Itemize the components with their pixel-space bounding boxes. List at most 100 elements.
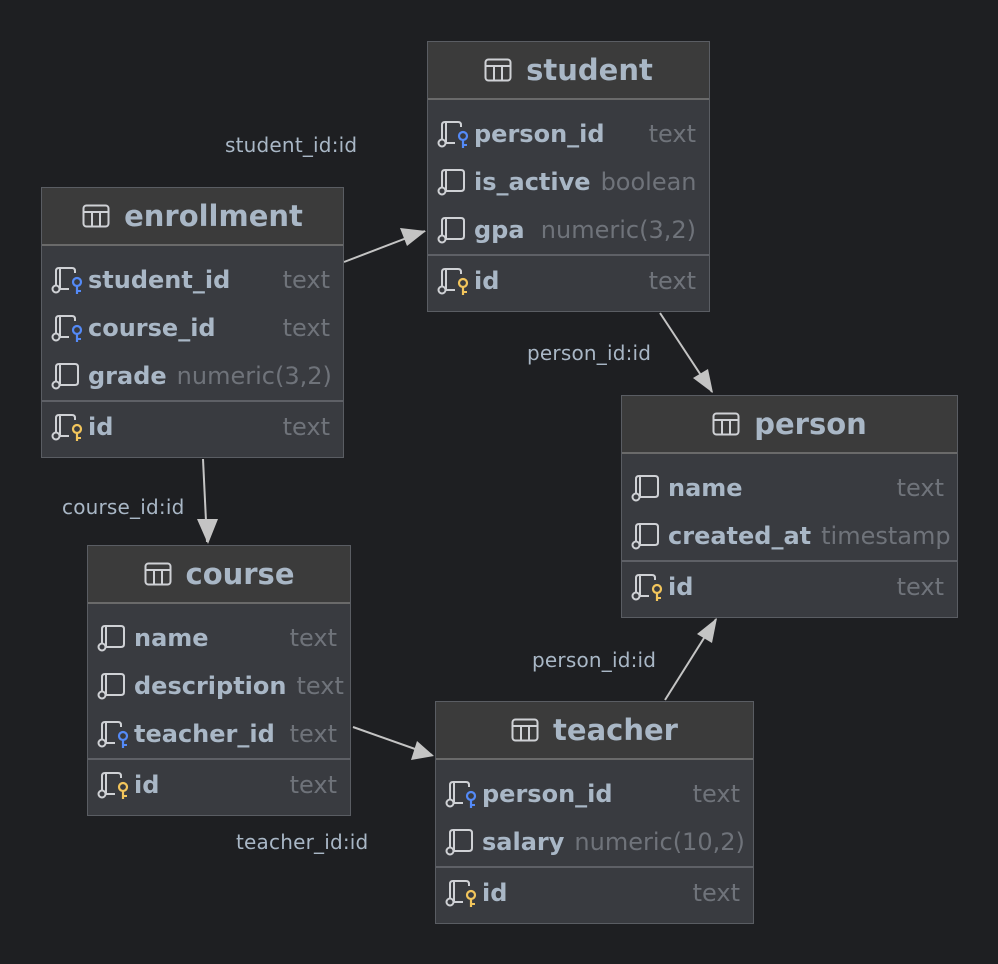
foreign-key-column-icon (96, 719, 130, 749)
foreign-key-column-icon (50, 265, 84, 295)
primary-key-row[interactable]: id text (88, 761, 350, 809)
column-list: person_id text is_active boolean gpa numeric(… (428, 100, 709, 254)
column-type: text (296, 672, 344, 700)
table-icon (144, 562, 172, 586)
relation-label-teacher-id: teacher_id:id (236, 830, 369, 854)
table-icon (511, 718, 539, 742)
column-type: text (282, 413, 330, 441)
column-name: grade (88, 362, 167, 390)
table-teacher[interactable]: teacher person_id text salary numeric(10,2) i… (435, 701, 754, 924)
table-title: course (185, 557, 295, 591)
column-row[interactable]: gpa numeric(3,2) (428, 206, 709, 254)
column-icon (630, 473, 664, 503)
table-enrollment[interactable]: enrollment student_id text course_id text gra… (41, 187, 344, 458)
relation-label-teacher-person-id: person_id:id (532, 648, 657, 672)
column-type: text (289, 624, 337, 652)
column-type: text (692, 780, 740, 808)
primary-key-row[interactable]: id text (42, 403, 343, 451)
primary-key-row[interactable]: id text (428, 257, 709, 305)
relation-enrollment-student[interactable] (343, 230, 426, 263)
primary-key-column-icon (96, 770, 130, 800)
table-title: teacher (553, 713, 678, 747)
primary-key-section: id text (622, 560, 957, 617)
column-name: is_active (474, 168, 591, 196)
table-title: student (526, 53, 653, 87)
column-type: text (289, 771, 337, 799)
table-icon (82, 204, 110, 228)
table-header[interactable]: person (622, 396, 957, 454)
column-row[interactable]: grade numeric(3,2) (42, 352, 343, 400)
primary-key-row[interactable]: id text (622, 563, 957, 611)
column-type: numeric(3,2) (176, 362, 332, 390)
column-name: id (88, 413, 114, 441)
column-row[interactable]: is_active boolean (428, 158, 709, 206)
primary-key-column-icon (50, 412, 84, 442)
column-type: text (282, 314, 330, 342)
column-name: teacher_id (134, 720, 275, 748)
relation-enrollment-course[interactable] (202, 458, 208, 543)
primary-key-section: id text (436, 866, 753, 923)
primary-key-row[interactable]: id text (436, 869, 753, 917)
table-title: person (754, 407, 867, 441)
column-row[interactable]: student_id text (42, 256, 343, 304)
column-type: timestamp (821, 522, 951, 550)
column-name: person_id (482, 780, 613, 808)
table-icon (484, 58, 512, 82)
table-course[interactable]: course name text description text teacher_id t… (87, 545, 351, 816)
column-list: name text created_at timestamp (622, 454, 957, 560)
column-type: text (896, 474, 944, 502)
column-row[interactable]: name text (88, 614, 350, 662)
primary-key-section: id text (88, 758, 350, 815)
column-list: student_id text course_id text grade numeric(… (42, 246, 343, 400)
relation-teacher-person[interactable] (664, 618, 717, 701)
relation-course-teacher[interactable] (352, 726, 433, 756)
column-type: text (648, 267, 696, 295)
column-row[interactable]: name text (622, 464, 957, 512)
table-header[interactable]: enrollment (42, 188, 343, 246)
column-row[interactable]: course_id text (42, 304, 343, 352)
column-icon (436, 167, 470, 197)
column-name: course_id (88, 314, 216, 342)
arrowhead-person-top (693, 369, 713, 393)
table-title: enrollment (124, 199, 303, 233)
primary-key-column-icon (630, 572, 664, 602)
column-icon (50, 361, 84, 391)
column-name: name (668, 474, 743, 502)
primary-key-section: id text (428, 254, 709, 311)
column-row[interactable]: description text (88, 662, 350, 710)
column-icon (96, 671, 130, 701)
foreign-key-column-icon (436, 119, 470, 149)
column-row[interactable]: salary numeric(10,2) (436, 818, 753, 866)
column-row[interactable]: person_id text (436, 770, 753, 818)
column-row[interactable]: created_at timestamp (622, 512, 957, 560)
arrowhead-course (197, 519, 218, 544)
relation-label-student-id: student_id:id (225, 133, 358, 157)
table-header[interactable]: teacher (436, 702, 753, 760)
table-student[interactable]: student person_id text is_active boolean gpa n… (427, 41, 710, 312)
column-type: boolean (600, 168, 697, 196)
table-person[interactable]: person name text created_at timestamp id text (621, 395, 958, 618)
table-header[interactable]: student (428, 42, 709, 100)
arrowhead-teacher (411, 741, 434, 760)
relation-student-person[interactable] (659, 312, 713, 393)
column-type: text (896, 573, 944, 601)
primary-key-section: id text (42, 400, 343, 457)
column-name: student_id (88, 266, 231, 294)
arrowhead-student (400, 228, 426, 246)
column-icon (630, 521, 664, 551)
column-type: text (692, 879, 740, 907)
table-header[interactable]: course (88, 546, 350, 604)
column-type: numeric(3,2) (540, 216, 696, 244)
relation-label-course-id: course_id:id (62, 495, 185, 519)
column-list: name text description text teacher_id text (88, 604, 350, 758)
column-type: numeric(10,2) (574, 828, 745, 856)
table-icon (712, 412, 740, 436)
column-name: id (482, 879, 508, 907)
column-row[interactable]: teacher_id text (88, 710, 350, 758)
column-icon (96, 623, 130, 653)
arrowhead-person-bottom (697, 618, 717, 643)
foreign-key-column-icon (444, 779, 478, 809)
column-name: id (474, 267, 500, 295)
column-type: text (282, 266, 330, 294)
column-row[interactable]: person_id text (428, 110, 709, 158)
